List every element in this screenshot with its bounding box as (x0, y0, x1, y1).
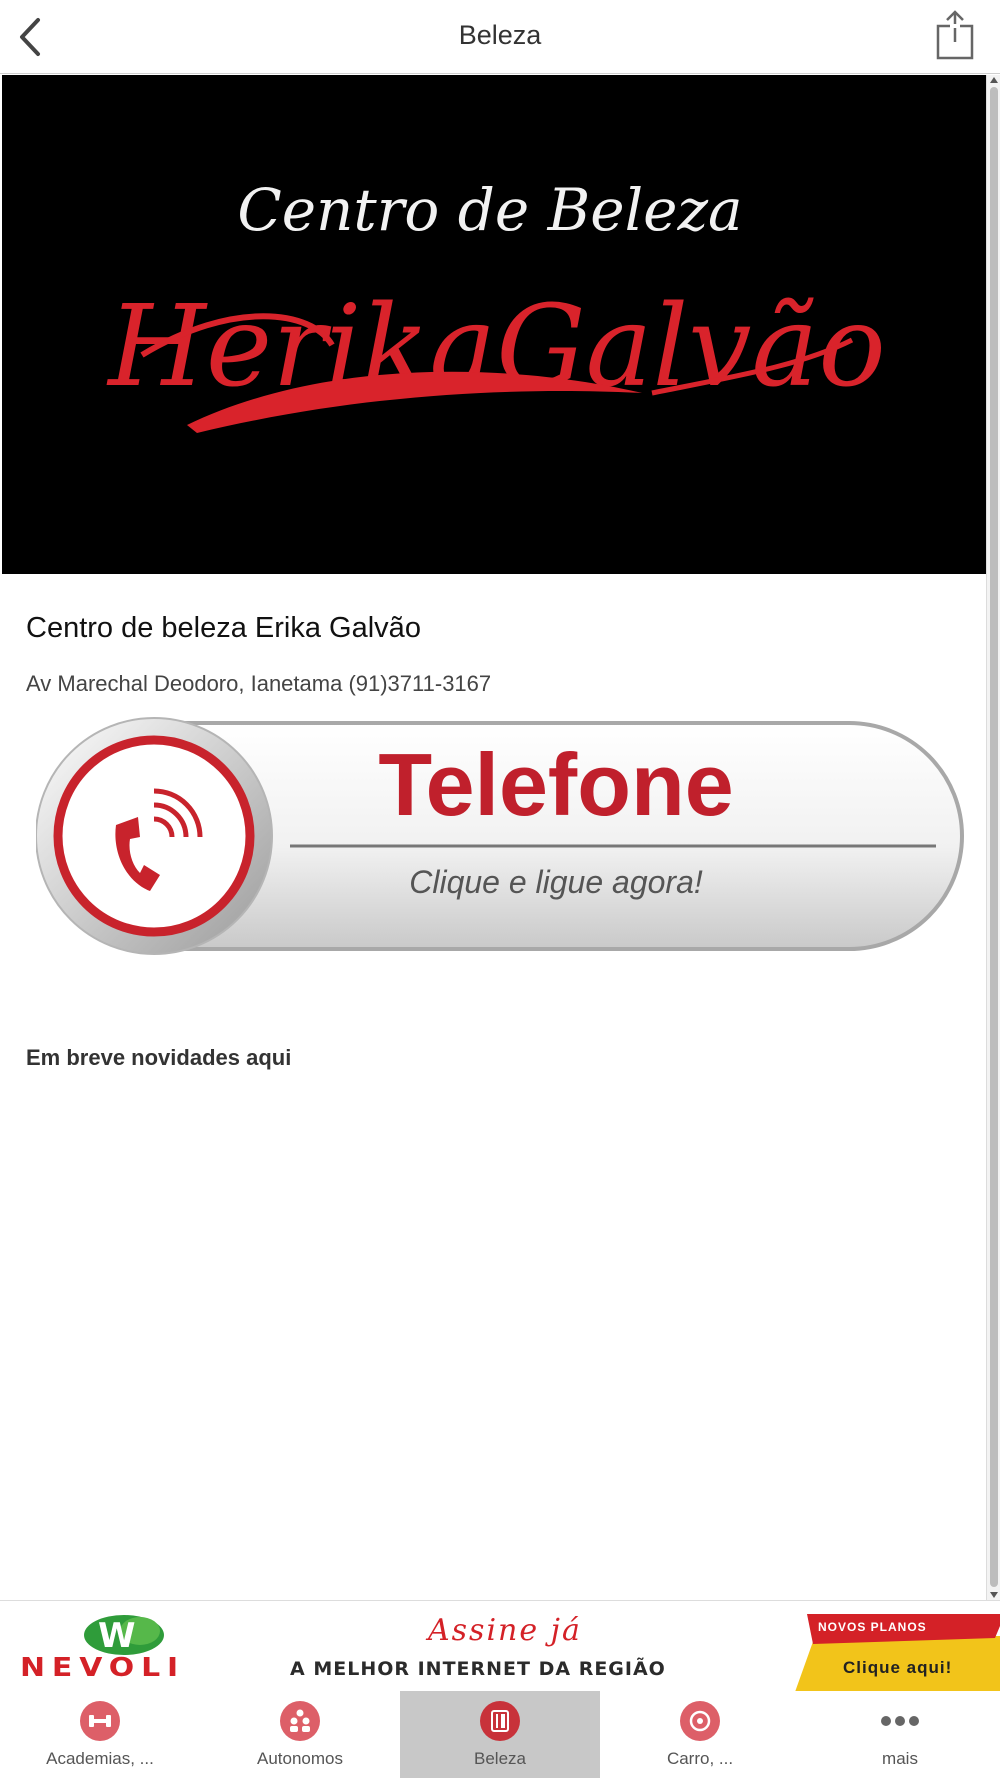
ad-banner[interactable]: W NEVOLI Assine já A MELHOR INTERNET DA … (0, 1600, 1000, 1691)
tab-autonomos[interactable]: Autonomos (200, 1691, 400, 1778)
tab-label: Academias, ... (46, 1749, 154, 1768)
tab-academias[interactable]: Academias, ... (0, 1691, 200, 1778)
business-address: Av Marechal Deodoro, Ianetama (91)3711-3… (26, 671, 492, 696)
scrollbar-thumb[interactable] (990, 87, 998, 1587)
tab-carro[interactable]: Carro, ... (600, 1691, 800, 1778)
logo-line1: Centro de Beleza (237, 176, 742, 244)
scrollbar[interactable] (986, 75, 1000, 1600)
bottom-tab-bar: Academias, ... Autonomos Beleza Carro, .… (0, 1691, 1000, 1778)
business-name: Centro de beleza Erika Galvão (26, 612, 421, 644)
ad-tagline: A MELHOR INTERNET DA REGIÃO (290, 1658, 666, 1680)
more-icon (881, 1716, 919, 1726)
beauty-icon (480, 1701, 520, 1741)
content-area: Centro de Beleza HerikaGalvão Centro de … (0, 75, 1000, 1600)
tab-label: Beleza (474, 1749, 526, 1768)
scroll-down-icon[interactable] (990, 1592, 998, 1598)
tab-beleza[interactable]: Beleza (400, 1691, 600, 1778)
tab-label: mais (882, 1749, 918, 1768)
share-icon[interactable] (932, 10, 978, 60)
call-phone-button[interactable]: Telefone Clique e ligue agora! (35, 715, 966, 957)
ad-headline: Assine já (428, 1613, 582, 1648)
top-bar: Beleza (0, 0, 1000, 74)
people-icon (280, 1701, 320, 1741)
phone-button-sublabel: Clique e ligue agora! (409, 864, 703, 900)
news-notice: Em breve novidades aqui (26, 1045, 292, 1070)
dumbbell-icon (80, 1701, 120, 1741)
page-title: Beleza (458, 20, 542, 50)
ad-promo-top: NOVOS PLANOS (818, 1620, 927, 1634)
logo-line2: HerikaGalvão (106, 282, 886, 412)
phone-button-label: Telefone (378, 735, 733, 834)
tab-label: Autonomos (257, 1749, 343, 1768)
nevoli-globe-logo-icon: W (84, 1615, 164, 1656)
scroll-up-icon[interactable] (990, 77, 998, 83)
ad-brand: NEVOLI (20, 1653, 186, 1683)
tab-label: Carro, ... (666, 1749, 734, 1768)
business-logo-banner: Centro de Beleza HerikaGalvão (2, 75, 987, 574)
svg-text:W: W (98, 1616, 136, 1656)
ad-promo-cta[interactable]: Clique aqui! (843, 1658, 952, 1678)
tab-mais[interactable]: mais (800, 1691, 1000, 1778)
wheel-icon (680, 1701, 720, 1741)
